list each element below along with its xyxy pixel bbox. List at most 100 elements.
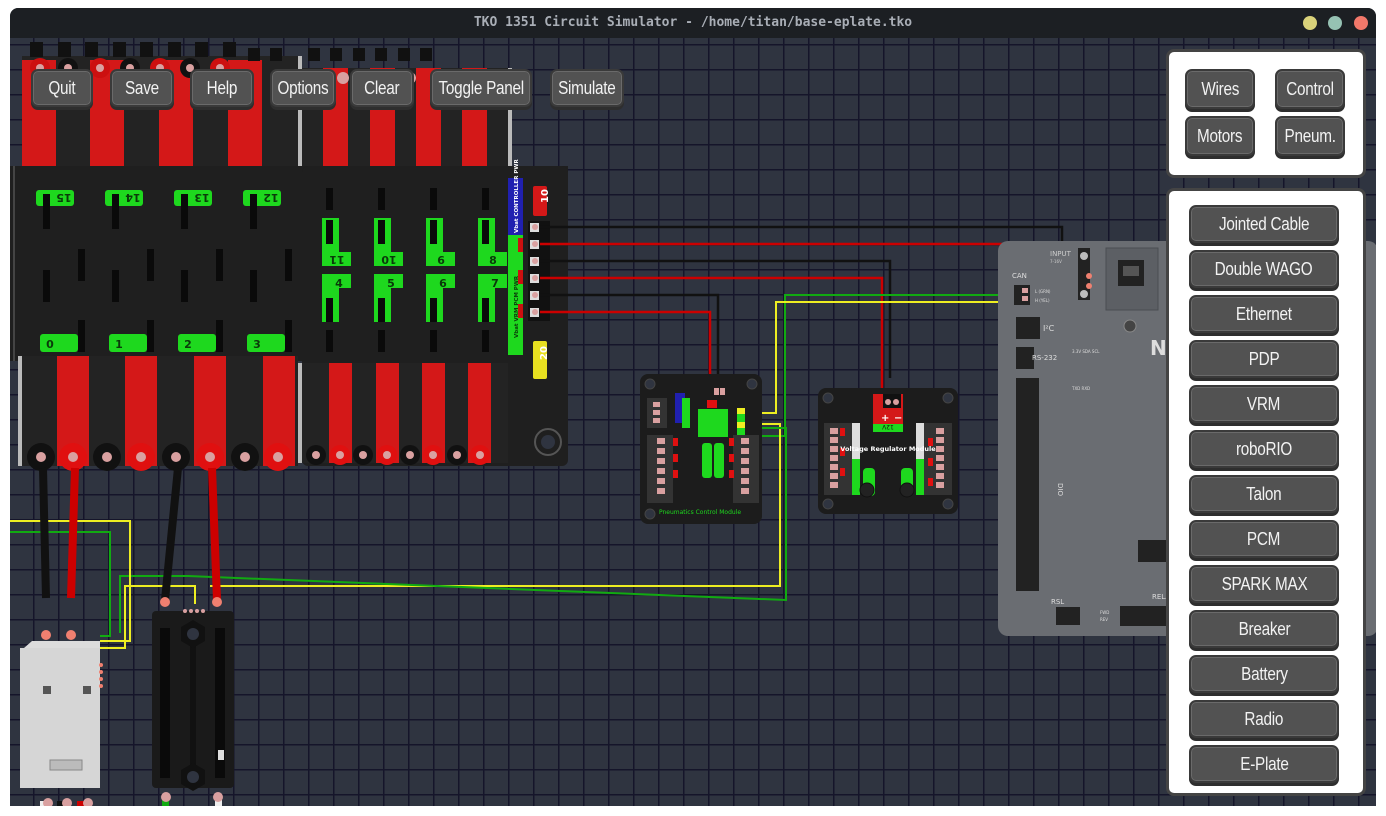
talon-label: Talon [1246, 483, 1282, 504]
roborio-label: I²C [1043, 324, 1055, 333]
ethernet-component-button[interactable]: Ethernet [1189, 295, 1339, 333]
help-label: Help [206, 77, 238, 98]
svg-text:+: + [881, 413, 889, 424]
roborio-label: REV [1100, 617, 1108, 622]
power-cable-black [39, 467, 50, 599]
roborio-label: RS-232 [1032, 354, 1057, 362]
fuse-label: 20 [539, 346, 550, 360]
roborio-component-button[interactable]: roboRIO [1189, 430, 1339, 468]
roborio-label: DIO [1056, 483, 1064, 496]
pneumatics-category-button[interactable]: Pneum. [1275, 116, 1345, 156]
roborio-label: TXD RXD [1071, 386, 1090, 391]
title-bar: TKO 1351 Circuit Simulator - /home/titan… [10, 8, 1376, 38]
roborio-label: 3.3V SDA SCL [1072, 349, 1100, 354]
pdp-channel-label: 13 [194, 191, 209, 204]
vrm-terminal-label: 12V [881, 423, 894, 430]
simulate-button[interactable]: Simulate [550, 69, 624, 107]
toggle-panel-button[interactable]: Toggle Panel [430, 69, 532, 107]
jointed-cable-label: Jointed Cable [1218, 213, 1310, 234]
double-wago-label: Double WAGO [1215, 258, 1313, 279]
pcm-label: Pneumatics Control Module [659, 509, 741, 516]
motors-label: Motors [1197, 125, 1243, 146]
roborio-label: INPUT [1050, 250, 1072, 258]
jointed-cable-component-button[interactable]: Jointed Cable [1189, 205, 1339, 243]
pdp-component-button[interactable]: PDP [1189, 340, 1339, 378]
pdp-output-terminals[interactable] [528, 221, 550, 321]
breaker-component-button[interactable]: Breaker [1189, 610, 1339, 648]
wires-label: Wires [1201, 78, 1239, 99]
motors-category-button[interactable]: Motors [1185, 116, 1255, 156]
pcm-component-button[interactable]: PCM [1189, 520, 1339, 558]
clear-label: Clear [364, 77, 400, 98]
power-cable-red [67, 467, 79, 599]
roborio-label: CAN [1012, 272, 1027, 280]
pdp-channel-label: 5 [387, 277, 395, 290]
toggle-panel-label: Toggle Panel [438, 77, 524, 98]
options-button[interactable]: Options [270, 69, 336, 107]
strip-label: Vbat CONTROLLER PWR [514, 159, 520, 233]
radio-component-button[interactable]: Radio [1189, 700, 1339, 738]
spark-max-component-button[interactable]: SPARK MAX [1189, 565, 1339, 603]
pcm-component[interactable]: Pneumatics Control Module [640, 374, 762, 524]
quit-label: Quit [48, 77, 76, 98]
pdp-channel-label: 11 [329, 253, 344, 266]
pdp-channel-label: 12 [263, 191, 278, 204]
close-button[interactable] [1354, 16, 1368, 30]
pdp-channel-label: 10 [381, 253, 397, 266]
talon-component[interactable] [20, 630, 103, 806]
pdp-channel-label: 15 [56, 191, 71, 204]
roborio-label: 7-16V [1050, 259, 1062, 264]
pdp-channel-label: 14 [125, 191, 141, 204]
roborio-label: roboRIO [1235, 438, 1293, 459]
e-plate-component-button[interactable]: E-Plate [1189, 745, 1339, 783]
talon-component-button[interactable]: Talon [1189, 475, 1339, 513]
minimize-button[interactable] [1303, 16, 1317, 30]
options-label: Options [277, 77, 329, 98]
pdp-channel-label: 7 [491, 277, 499, 290]
breaker-label: Breaker [1238, 618, 1290, 639]
app-window: TKO 1351 Circuit Simulator - /home/titan… [10, 8, 1376, 806]
power-cable-red [208, 467, 221, 601]
pdp-channel-label: 4 [335, 277, 343, 290]
pdp-channel-label: 0 [46, 338, 54, 351]
power-cable-black [161, 467, 182, 601]
pdp-channel-label: 9 [437, 253, 445, 266]
battery-label: Battery [1240, 663, 1288, 684]
roborio-label: FWD [1100, 610, 1109, 615]
vrm-label: VRM [1247, 393, 1281, 414]
pdp-channel-label: 1 [115, 338, 123, 351]
save-button[interactable]: Save [110, 69, 174, 107]
window-title: TKO 1351 Circuit Simulator - /home/titan… [473, 15, 913, 30]
clear-button[interactable]: Clear [350, 69, 414, 107]
pdp-label: PDP [1248, 348, 1280, 369]
radio-label: Radio [1244, 708, 1284, 729]
vrm-component[interactable]: + − 12V Voltage Regulator Module [818, 388, 958, 514]
pdp-channel-label: 6 [439, 277, 447, 290]
mount-hole-icon [534, 428, 562, 456]
circuit-canvas[interactable]: 15 14 13 12 0 1 2 3 11 10 9 8 4 5 6 7 Vb… [10, 38, 1376, 806]
svg-text:N: N [1150, 336, 1167, 360]
simulate-label: Simulate [558, 77, 616, 98]
svg-text:−: − [894, 413, 902, 424]
fuse-label: 10 [540, 189, 551, 203]
roborio-label: RSL [1051, 598, 1064, 606]
pdp-channel-label: 2 [184, 338, 192, 351]
maximize-button[interactable] [1328, 16, 1342, 30]
control-label: Control [1286, 78, 1334, 99]
battery-component-button[interactable]: Battery [1189, 655, 1339, 693]
vrm-component-button[interactable]: VRM [1189, 385, 1339, 423]
spark-max-component[interactable] [152, 597, 234, 806]
quit-button[interactable]: Quit [31, 69, 93, 107]
spark-max-label: SPARK MAX [1221, 573, 1307, 594]
roborio-dio-header [1016, 378, 1039, 591]
save-label: Save [125, 77, 159, 98]
control-category-button[interactable]: Control [1275, 69, 1345, 109]
wires-category-button[interactable]: Wires [1185, 69, 1255, 109]
roborio-label: H (YEL) [1035, 298, 1050, 303]
category-panel: Wires Control Motors Pneum. [1166, 49, 1366, 178]
roborio-label: L (GRN) [1035, 289, 1051, 294]
help-button[interactable]: Help [190, 69, 254, 107]
double-wago-component-button[interactable]: Double WAGO [1189, 250, 1339, 288]
e-plate-label: E-Plate [1239, 753, 1289, 774]
vrm-label: Voltage Regulator Module [840, 445, 936, 453]
